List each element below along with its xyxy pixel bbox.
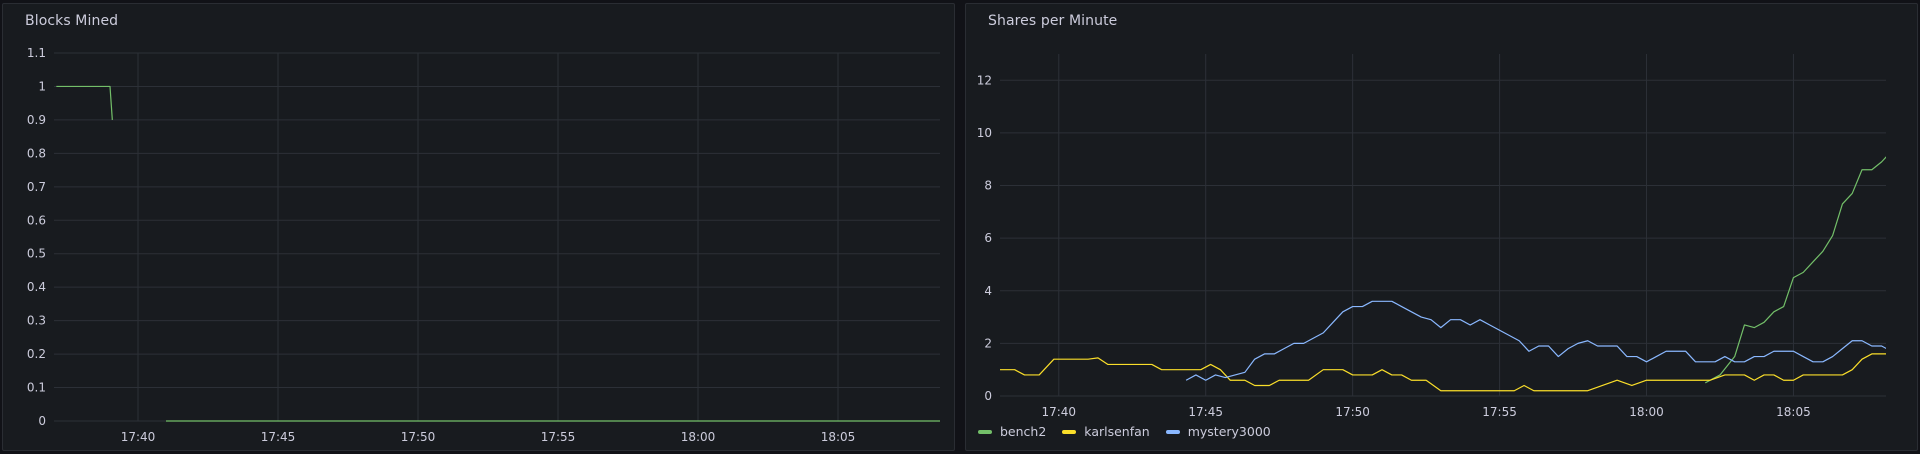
blocks-y-tick-label: 0.4: [27, 280, 46, 294]
blocks-y-tick-label: 0.9: [27, 113, 46, 127]
legend-swatch-karlsenfan: [1062, 429, 1077, 434]
legend-label-bench2: bench2: [1000, 424, 1047, 439]
legend-item-karlsenfan[interactable]: karlsenfan: [1062, 424, 1150, 439]
blocks-mined-panel[interactable]: Blocks Mined 0 0.1 0.2 0.3 0.4 0.5 0.6 0.7 0.8 0.…: [2, 3, 955, 451]
legend-label-karlsenfan: karlsenfan: [1084, 424, 1150, 439]
blocks-y-tick-label: 0: [38, 414, 46, 428]
shares-y-tick-label: 10: [977, 126, 992, 140]
shares-y-tick-label: 12: [977, 73, 992, 87]
shares-karlsenfan-line[interactable]: [1000, 353, 1919, 392]
shares-per-minute-panel[interactable]: Shares per Minute 0 2 4 6 8 10 12 17:40 17:45 17:…: [965, 3, 1918, 451]
shares-x-tick-label: 17:40: [1041, 405, 1076, 419]
blocks-y-tick-label: 0.1: [27, 381, 46, 395]
blocks-x-tick-label: 17:45: [261, 430, 296, 444]
shares-mystery3000-line[interactable]: [1185, 300, 1919, 381]
blocks-y-tick-label: 0.2: [27, 347, 46, 361]
shares-y-tick-label: 0: [984, 389, 992, 403]
blocks-x-tick-label: 17:55: [541, 430, 576, 444]
shares-y-tick-label: 4: [984, 284, 992, 298]
shares-y-tick-label: 8: [984, 179, 992, 193]
shares-per-minute-chart[interactable]: 0 2 4 6 8 10 12 17:40 17:45 17:50 17:55 18:00 18:05: [966, 4, 1919, 452]
shares-bench2-line[interactable]: [1705, 104, 1919, 384]
shares-x-tick-label: 18:00: [1629, 405, 1664, 419]
blocks-x-tick-label: 17:50: [401, 430, 436, 444]
blocks-x-tick-label: 17:40: [121, 430, 156, 444]
legend-swatch-mystery3000: [1165, 429, 1180, 434]
shares-x-tick-label: 17:45: [1188, 405, 1223, 419]
shares-x-tick-label: 17:50: [1335, 405, 1370, 419]
legend-item-mystery3000[interactable]: mystery3000: [1165, 424, 1271, 439]
blocks-y-tick-label: 1: [38, 79, 46, 93]
blocks-y-tick-label: 0.6: [27, 213, 46, 227]
blocks-y-tick-label: 0.8: [27, 146, 46, 160]
blocks-y-tick-label: 0.3: [27, 314, 46, 328]
shares-x-tick-label: 18:05: [1776, 405, 1811, 419]
blocks-y-tick-label: 1.1: [27, 46, 46, 60]
chart-legend: bench2 karlsenfan mystery3000: [978, 424, 1271, 439]
legend-swatch-bench2: [978, 429, 992, 434]
legend-label-mystery3000: mystery3000: [1187, 424, 1271, 439]
shares-x-tick-label: 17:55: [1482, 405, 1517, 419]
blocks-mined-chart[interactable]: 0 0.1 0.2 0.3 0.4 0.5 0.6 0.7 0.8 0.9 1 1.1 17:40 17:…: [3, 4, 956, 452]
blocks-y-tick-label: 0.5: [27, 247, 46, 261]
shares-y-tick-label: 2: [984, 336, 992, 350]
blocks-y-tick-label: 0.7: [27, 180, 46, 194]
legend-item-bench2[interactable]: bench2: [978, 424, 1046, 439]
blocks-x-tick-label: 18:05: [821, 430, 856, 444]
blocks-series-0-line-0[interactable]: [56, 85, 113, 120]
blocks-x-tick-label: 18:00: [681, 430, 716, 444]
shares-y-tick-label: 6: [984, 231, 992, 245]
